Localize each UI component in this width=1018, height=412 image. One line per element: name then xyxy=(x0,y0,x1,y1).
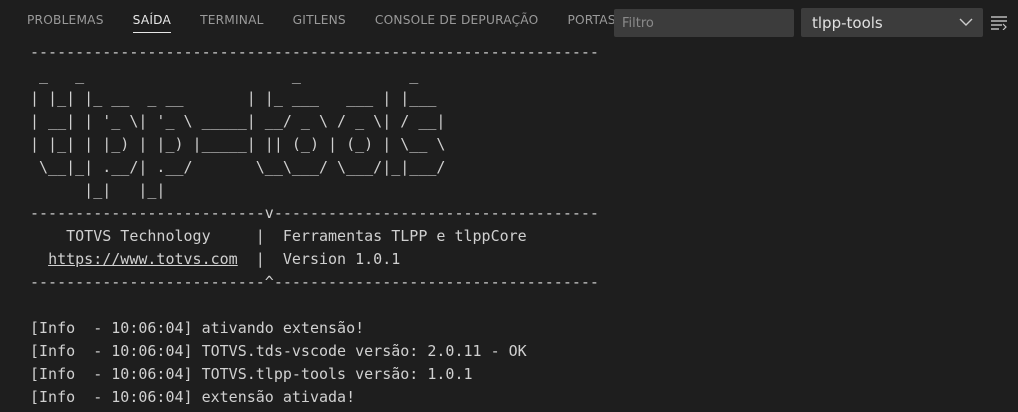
output-panel: PROBLEMAS SAÍDA TERMINAL GITLENS CONSOLE… xyxy=(0,0,1018,412)
log-line: [Info - 10:06:04] TOTVS.tlpp-tools versã… xyxy=(30,365,473,383)
tab-portas[interactable]: PORTAS xyxy=(567,0,615,44)
banner-art-line: \__|_| .__/| .__/ \__\___/ \___/|_|___/ xyxy=(30,158,446,176)
tab-console-de-depuracao[interactable]: CONSOLE DE DEPURAÇÃO xyxy=(375,0,539,44)
banner-art-line: _ _ _ _ xyxy=(30,66,446,84)
banner-rule-mid: --------------------------v-------------… xyxy=(30,204,599,222)
tab-gitlens[interactable]: GITLENS xyxy=(293,0,346,44)
tools-description: Ferramentas TLPP e tlppCore xyxy=(282,227,527,245)
filter-input[interactable] xyxy=(614,9,794,37)
chevron-down-icon xyxy=(959,18,973,26)
list-lines-icon[interactable] xyxy=(990,14,1008,30)
banner-art-line: | |_| | |_) | |_) |_____| || (_) | (_) |… xyxy=(30,135,446,153)
banner-art-line: | __| | '_ \| '_ \ _____| __/ _ \ / _ \|… xyxy=(30,112,446,130)
separator: | xyxy=(237,250,283,268)
banner-info-line: https://www.totvs.com | Version 1.0.1 xyxy=(30,248,1018,271)
totvs-website-link[interactable]: https://www.totvs.com xyxy=(48,250,238,268)
log-line: [Info - 10:06:04] ativando extensão! xyxy=(30,319,365,337)
tab-terminal[interactable]: TERMINAL xyxy=(200,0,264,44)
output-channel-select[interactable]: tlpp-tools xyxy=(801,8,983,37)
company-name: TOTVS Technology | xyxy=(30,227,283,245)
output-channel-value: tlpp-tools xyxy=(812,14,883,32)
panel-tab-bar: PROBLEMAS SAÍDA TERMINAL GITLENS CONSOLE… xyxy=(0,0,1018,44)
panel-tabs: PROBLEMAS SAÍDA TERMINAL GITLENS CONSOLE… xyxy=(27,0,645,44)
log-line: [Info - 10:06:04] TOTVS.tds-vscode versã… xyxy=(30,342,527,360)
tab-problemas[interactable]: PROBLEMAS xyxy=(27,0,104,44)
log-line: [Info - 10:06:04] extensão ativada! xyxy=(30,388,356,406)
output-text: ----------------------------------------… xyxy=(30,41,1018,409)
banner-art-line: | |_| |_ __ _ __ | |_ ___ ___ | |___ xyxy=(30,89,446,107)
banner-rule-top: ----------------------------------------… xyxy=(30,43,599,61)
tab-saida[interactable]: SAÍDA xyxy=(132,0,172,44)
banner-rule-bottom: --------------------------^-------------… xyxy=(30,273,599,291)
version-text: Version 1.0.1 xyxy=(282,250,401,268)
banner-art-line: |_| |_| xyxy=(30,181,166,199)
banner-info-line: TOTVS Technology | Ferramentas TLPP e tl… xyxy=(30,225,1018,248)
